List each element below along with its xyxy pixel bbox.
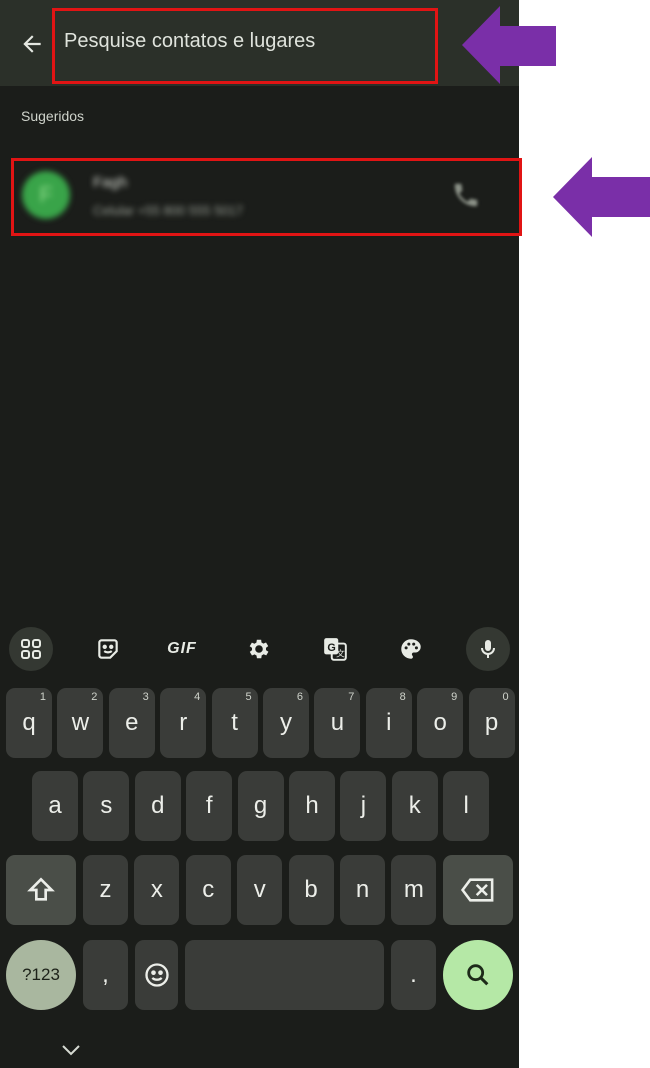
search-icon: [467, 964, 489, 986]
key-d[interactable]: d: [134, 771, 181, 841]
gear-icon[interactable]: [237, 627, 281, 671]
backspace-icon: [460, 878, 494, 902]
key-number-hint: 8: [399, 691, 406, 703]
key-label: y: [280, 709, 292, 736]
annotation-arrow-contact: [553, 157, 650, 237]
apps-grid-icon[interactable]: [9, 627, 53, 671]
key-label: a: [48, 792, 62, 819]
annotation-highlight-contact: [11, 158, 522, 236]
backspace-key[interactable]: [443, 855, 513, 925]
key-label: x: [150, 876, 163, 903]
key-label: d: [151, 792, 165, 819]
key-l[interactable]: l: [443, 771, 490, 841]
key-s[interactable]: s: [83, 771, 130, 841]
key-v[interactable]: v: [237, 855, 283, 925]
key-e[interactable]: e3: [108, 688, 155, 758]
key-f[interactable]: f: [186, 771, 233, 841]
key-m[interactable]: m: [391, 855, 437, 925]
key-label: g: [253, 792, 268, 819]
key-x[interactable]: x: [134, 855, 180, 925]
shift-icon: [27, 877, 55, 901]
key-label: e: [125, 709, 139, 736]
key-h[interactable]: h: [289, 771, 335, 841]
key-k[interactable]: k: [391, 771, 438, 841]
key-number-hint: 6: [296, 691, 303, 703]
key-label: p: [484, 709, 499, 736]
palette-icon[interactable]: [389, 627, 433, 671]
key-number-hint: 9: [451, 691, 458, 703]
key-label: t: [231, 709, 238, 736]
key-number-hint: 1: [39, 691, 46, 703]
key-z[interactable]: z: [83, 855, 128, 925]
shift-key[interactable]: [6, 855, 76, 925]
key-u[interactable]: u7: [314, 688, 361, 758]
comma-key[interactable]: ,: [83, 940, 128, 1010]
key-label: s: [100, 792, 113, 819]
key-label: o: [433, 709, 447, 736]
key-number-hint: 2: [91, 691, 98, 703]
key-label: f: [205, 792, 213, 819]
key-y[interactable]: y6: [263, 688, 309, 758]
back-arrow-icon[interactable]: [14, 27, 50, 61]
gif-button[interactable]: GIF: [160, 627, 204, 671]
section-label-suggested: Sugeridos: [21, 108, 85, 124]
key-n[interactable]: n: [340, 855, 385, 925]
sticker-icon[interactable]: [86, 627, 130, 671]
key-c[interactable]: c: [185, 855, 231, 925]
key-g[interactable]: g: [237, 771, 284, 841]
key-b[interactable]: b: [288, 855, 334, 925]
chevron-down-icon[interactable]: [60, 1043, 82, 1057]
key-r[interactable]: r4: [160, 688, 207, 758]
emoji-icon: [144, 963, 169, 987]
symbols-key[interactable]: ?123: [6, 940, 76, 1010]
period-key[interactable]: .: [391, 940, 436, 1010]
key-number-hint: 4: [194, 691, 201, 703]
key-label: q: [22, 709, 36, 736]
key-label: l: [463, 792, 469, 819]
key-label: j: [360, 792, 367, 819]
key-number-hint: 0: [502, 691, 509, 703]
key-number-hint: 5: [245, 691, 252, 703]
key-q[interactable]: q1: [6, 688, 52, 758]
key-j[interactable]: j: [340, 771, 387, 841]
emoji-key[interactable]: [135, 940, 178, 1010]
key-label: m: [403, 876, 424, 903]
key-label: v: [253, 876, 266, 903]
key-label: b: [304, 876, 318, 903]
key-number-hint: 7: [348, 691, 355, 703]
key-t[interactable]: t5: [211, 688, 258, 758]
key-number-hint: 3: [142, 691, 149, 703]
key-label: n: [355, 876, 370, 903]
svg-text:G: G: [327, 642, 335, 654]
key-p[interactable]: p0: [468, 688, 515, 758]
key-a[interactable]: a: [32, 771, 78, 841]
space-key[interactable]: [185, 940, 384, 1010]
key-o[interactable]: o9: [417, 688, 464, 758]
translate-icon[interactable]: G文: [313, 627, 357, 671]
key-label: h: [305, 792, 319, 819]
annotation-arrow-search: [462, 6, 556, 84]
annotation-highlight-search: [52, 8, 438, 84]
svg-text:文: 文: [336, 648, 345, 659]
key-label: c: [202, 876, 215, 903]
key-label: k: [408, 792, 421, 819]
keyboard-toolbar: GIF G文: [0, 622, 519, 676]
key-label: z: [99, 876, 112, 903]
key-label: u: [330, 709, 345, 736]
key-i[interactable]: i8: [365, 688, 412, 758]
key-label: i: [386, 709, 392, 736]
key-label: r: [179, 709, 188, 736]
key-label: w: [71, 709, 90, 736]
key-w[interactable]: w2: [57, 688, 104, 758]
microphone-icon[interactable]: [466, 627, 510, 671]
search-key[interactable]: [443, 940, 513, 1010]
